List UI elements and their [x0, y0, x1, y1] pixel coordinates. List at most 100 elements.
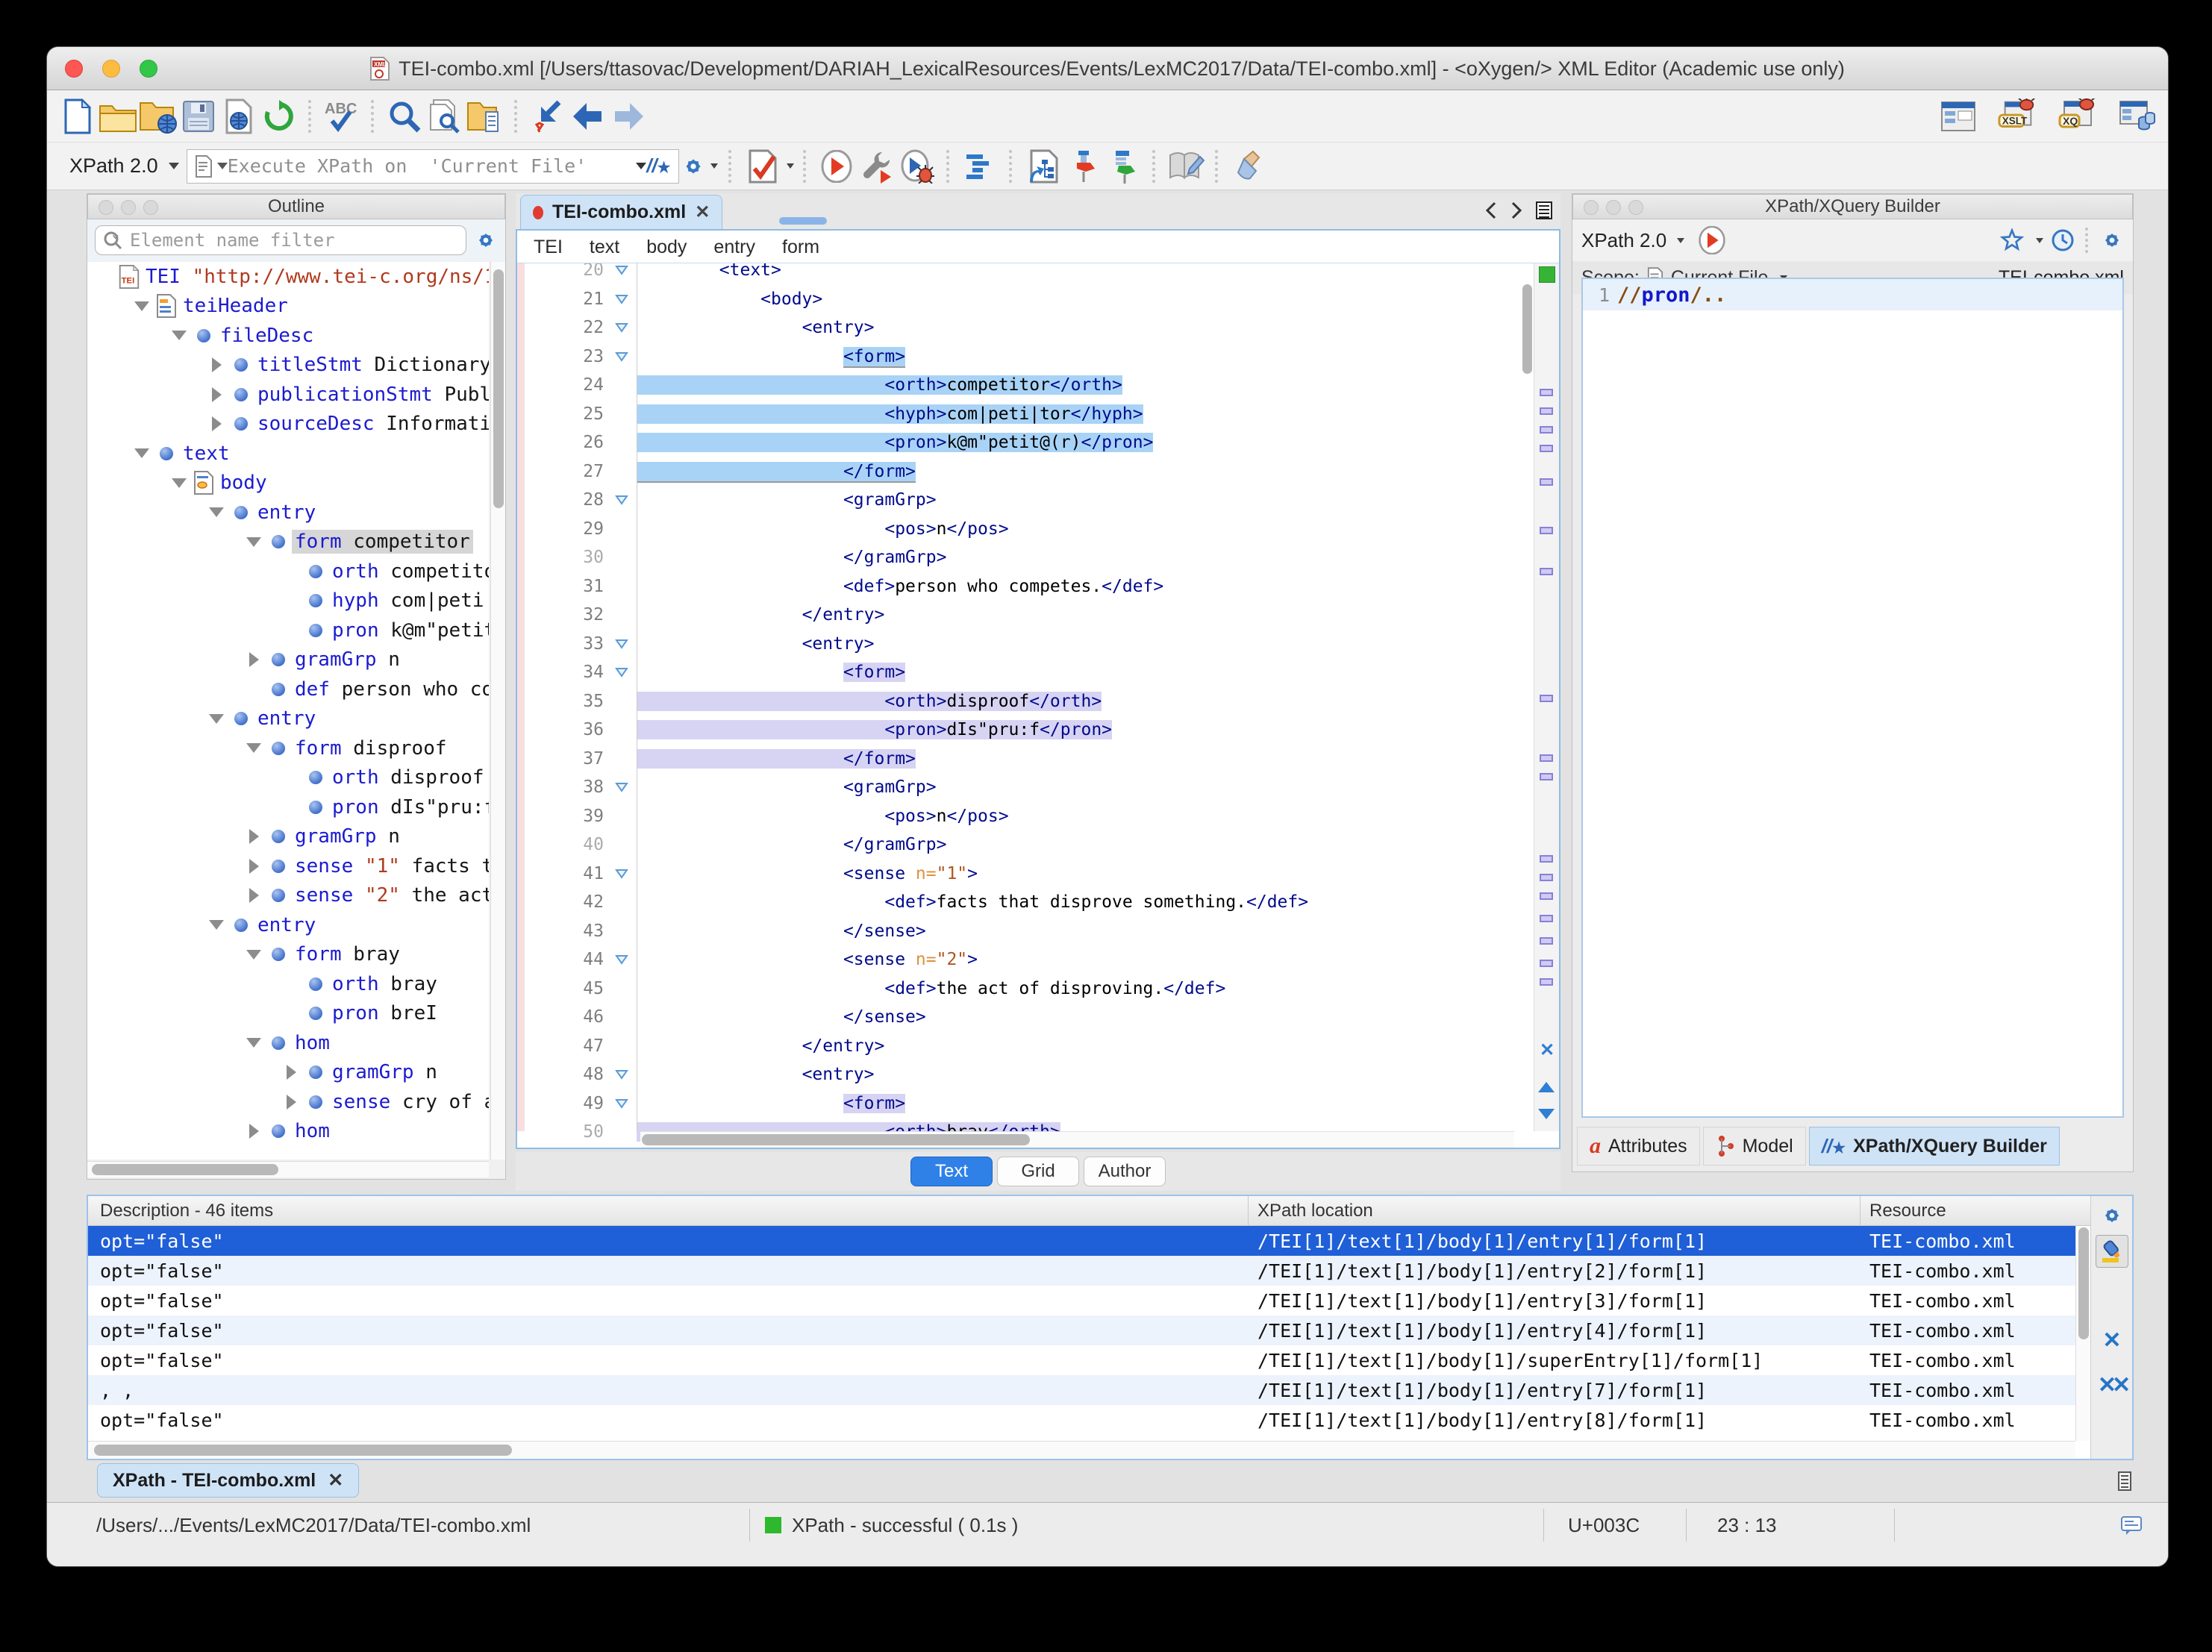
result-row[interactable]: opt="false" /TEI[1]/text[1]/body[1]/super…	[88, 1345, 2075, 1375]
results-horizontal-scrollbar[interactable]	[88, 1441, 2075, 1459]
code-editor[interactable]: 20 <text> 21 <body> 22 <entry> 23 <form> 24 …	[517, 263, 1559, 1148]
next-match-icon[interactable]	[1538, 1109, 1555, 1119]
format-indent-icon[interactable]	[960, 146, 1000, 187]
expand-icon[interactable]	[243, 652, 265, 668]
xpath-settings-gear-icon[interactable]	[679, 146, 719, 187]
code-line[interactable]: 21 <body>	[517, 285, 1520, 314]
outline-tree-item[interactable]: entry	[87, 910, 489, 940]
code-line[interactable]: 38 <gramGrp>	[517, 773, 1520, 802]
collapse-icon[interactable]	[168, 478, 190, 488]
last-edit-location-icon[interactable]	[528, 96, 568, 137]
expand-icon[interactable]	[243, 888, 265, 904]
breadcrumb-item-TEI[interactable]: TEI	[534, 237, 563, 258]
code-line[interactable]: 27 </form>	[517, 457, 1520, 486]
code-line[interactable]: 26 <pron>k@m"petit@(r)</pron>	[517, 428, 1520, 457]
outline-tree-item[interactable]: form disproof	[87, 733, 489, 763]
forward-icon[interactable]	[608, 96, 649, 137]
fold-toggle-icon[interactable]	[607, 639, 637, 649]
results-settings-gear-icon[interactable]	[2096, 1199, 2128, 1232]
new-file-icon[interactable]	[57, 96, 98, 137]
code-line[interactable]: 36 <pron>dIs"pru:f</pron>	[517, 716, 1520, 745]
favorites-star-icon[interactable]	[2000, 228, 2024, 252]
results-col-resource[interactable]: Resource	[1860, 1196, 2090, 1225]
code-line[interactable]: 31 <def>person who competes.</def>	[517, 572, 1520, 601]
outline-tree-item[interactable]: body	[87, 469, 489, 498]
xpath-query-editor[interactable]: 1 //pron/..	[1581, 278, 2124, 1118]
search-icon[interactable]	[384, 96, 425, 137]
outline-tree-item[interactable]: def person who compe	[87, 675, 489, 704]
outline-tree-item[interactable]: entry	[87, 498, 489, 528]
fold-toggle-icon[interactable]	[607, 294, 637, 304]
match-marker-icon[interactable]	[1540, 445, 1553, 452]
code-line[interactable]: 32 </entry>	[517, 601, 1520, 630]
overview-ruler[interactable]: ✕	[1534, 263, 1559, 1131]
code-line[interactable]: 30 </gramGrp>	[517, 543, 1520, 572]
outline-tree-item[interactable]: teiHeader	[87, 292, 489, 322]
review-icon[interactable]	[1166, 146, 1206, 187]
tab-model[interactable]: Model	[1702, 1127, 1806, 1166]
close-tab-icon[interactable]: ✕	[695, 201, 710, 223]
outline-tree-item[interactable]: publicationStmt Publica	[87, 380, 489, 410]
match-marker-icon[interactable]	[1540, 568, 1553, 575]
outline-horizontal-scrollbar[interactable]	[87, 1161, 489, 1177]
code-line[interactable]: 33 <entry>	[517, 630, 1520, 659]
outline-tree-item[interactable]: entry	[87, 704, 489, 734]
expand-icon[interactable]	[205, 357, 228, 373]
tab-attributes[interactable]: a Attributes	[1577, 1127, 1700, 1166]
expand-icon[interactable]	[280, 1065, 302, 1080]
remove-all-results-icon[interactable]: ✕✕	[2096, 1369, 2131, 1402]
mode-button-author[interactable]: Author	[1084, 1157, 1166, 1186]
close-results-icon[interactable]: ✕	[328, 1469, 343, 1492]
element-filter-input[interactable]: Element name filter	[95, 225, 466, 255]
code-line[interactable]: 49 <form>	[517, 1089, 1520, 1118]
run-transformation-icon[interactable]	[816, 146, 857, 187]
outline-tree-item[interactable]: form competitor	[87, 528, 489, 557]
outline-tree-item[interactable]: fileDesc	[87, 321, 489, 351]
fold-toggle-icon[interactable]	[607, 265, 637, 275]
match-marker-icon[interactable]	[1540, 527, 1553, 534]
match-marker-icon[interactable]	[1540, 389, 1553, 396]
outline-vertical-scrollbar[interactable]	[490, 262, 505, 1160]
pin-red-icon[interactable]	[1063, 146, 1103, 187]
debug-icon[interactable]	[897, 146, 937, 187]
collapse-icon[interactable]	[243, 743, 265, 754]
fold-toggle-icon[interactable]	[607, 1069, 637, 1080]
database-perspective-icon[interactable]	[2117, 96, 2158, 137]
code-line[interactable]: 29 <pos>n</pos>	[517, 515, 1520, 544]
outline-tree-item[interactable]: hom	[87, 1028, 489, 1058]
code-line[interactable]: 25 <hyph>com|peti|tor</hyph>	[517, 400, 1520, 429]
expand-icon[interactable]	[205, 416, 228, 432]
collapse-icon[interactable]	[205, 920, 228, 930]
match-marker-icon[interactable]	[1540, 892, 1553, 900]
outline-tree-item[interactable]: text	[87, 439, 489, 469]
outline-tree-item[interactable]: sense cry of an as	[87, 1087, 489, 1117]
outline-tree-item[interactable]: hyph com|peti|tor	[87, 586, 489, 616]
match-marker-icon[interactable]	[1540, 754, 1553, 762]
match-marker-icon[interactable]	[1540, 478, 1553, 486]
code-line[interactable]: 47 </entry>	[517, 1032, 1520, 1061]
fold-toggle-icon[interactable]	[607, 495, 637, 505]
code-line[interactable]: 37 </form>	[517, 745, 1520, 774]
outline-tree-item[interactable]: form bray	[87, 940, 489, 970]
code-line[interactable]: 22 <entry>	[517, 313, 1520, 342]
xpath-settings-gear-icon[interactable]	[2100, 228, 2124, 252]
spell-check-icon[interactable]: ABC	[322, 96, 362, 137]
code-line[interactable]: 28 <gramGrp>	[517, 486, 1520, 515]
code-line[interactable]: 46 </sense>	[517, 1003, 1520, 1032]
outline-tree-item[interactable]: sense "1" facts that	[87, 851, 489, 881]
outline-tree-item[interactable]: titleStmt Dictionary sa	[87, 351, 489, 381]
outline-settings-gear-icon[interactable]	[474, 228, 498, 252]
code-line[interactable]: 20 <text>	[517, 263, 1520, 285]
open-remote-icon[interactable]	[219, 96, 259, 137]
outline-tree-item[interactable]: orth bray	[87, 969, 489, 999]
mode-button-text[interactable]: Text	[910, 1157, 993, 1186]
editor-horizontal-scrollbar[interactable]	[640, 1131, 1514, 1148]
highlight-results-toggle[interactable]	[2096, 1235, 2128, 1268]
open-folder-icon[interactable]	[98, 96, 138, 137]
clean-up-icon[interactable]	[1228, 146, 1269, 187]
editor-tab[interactable]: TEI-combo.xml ✕	[520, 195, 723, 229]
collapse-icon[interactable]	[243, 536, 265, 547]
prev-tab-icon[interactable]	[1484, 201, 1498, 219]
fold-toggle-icon[interactable]	[607, 869, 637, 879]
remove-result-icon[interactable]: ✕	[2096, 1324, 2128, 1357]
